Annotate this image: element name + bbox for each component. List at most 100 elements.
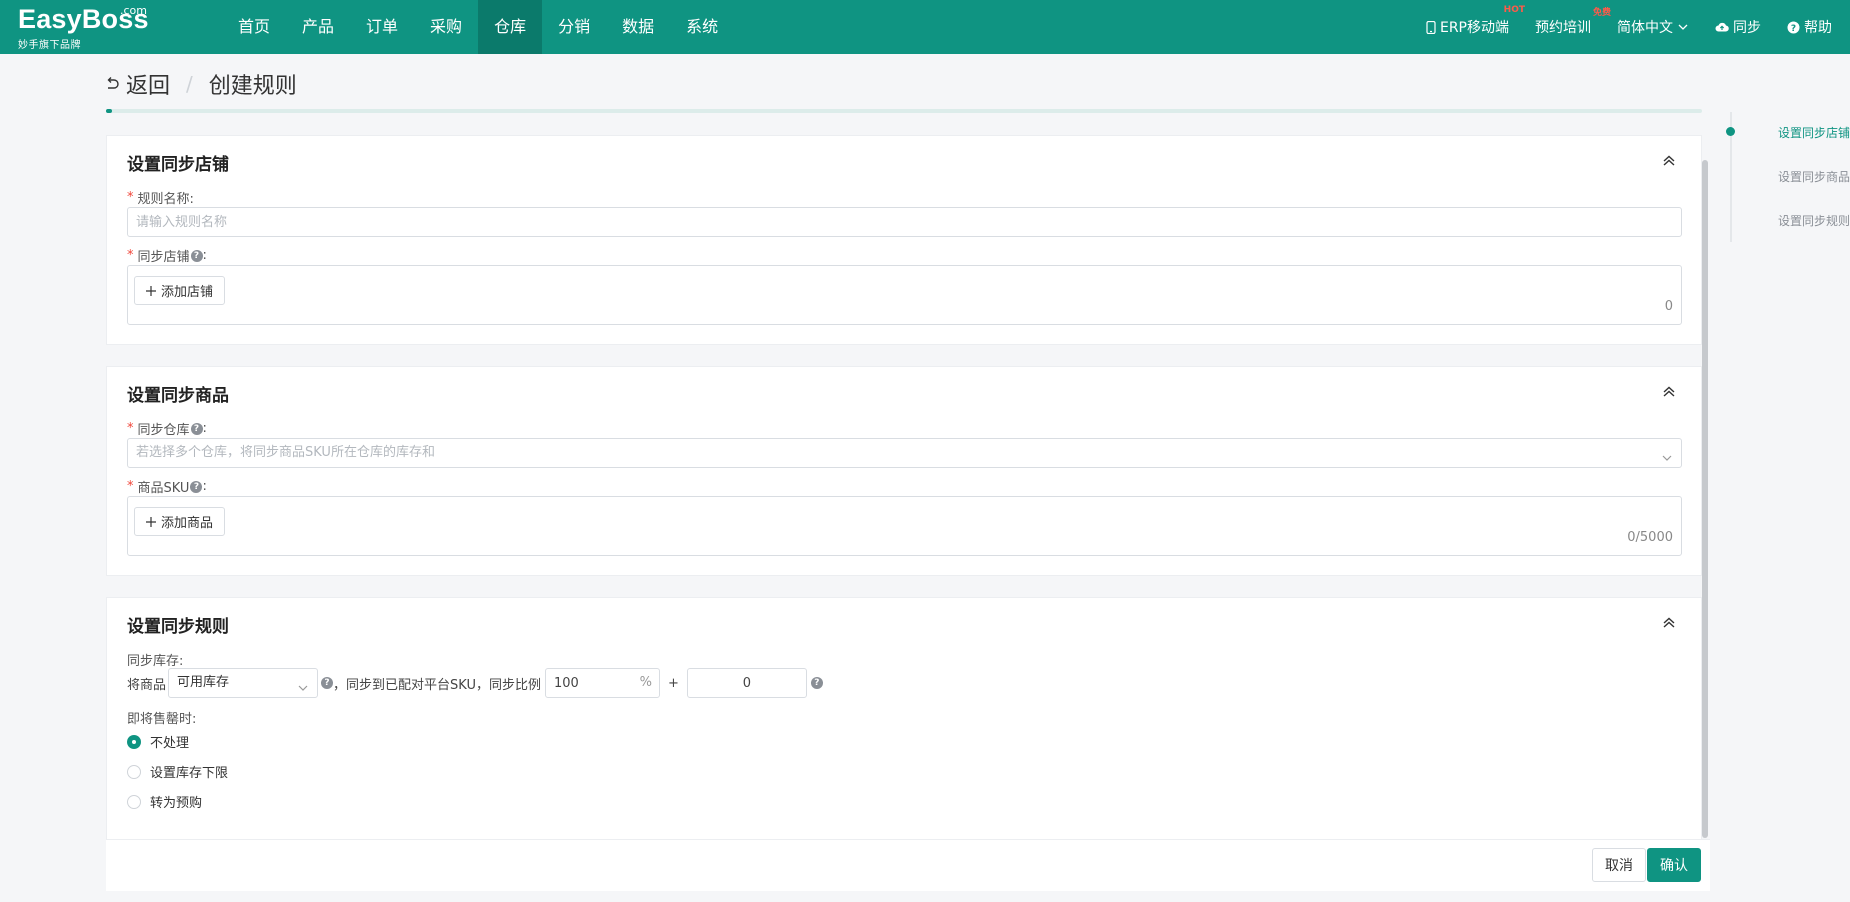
nav-item-warehouse[interactable]: 仓库	[478, 0, 543, 54]
chevron-down-icon	[1677, 21, 1689, 33]
radio-dot-selected	[127, 734, 141, 749]
training-link[interactable]: 预约培训 免费	[1535, 8, 1611, 37]
help-button[interactable]: ? 帮助	[1787, 17, 1832, 37]
required-mark: *	[127, 421, 134, 436]
collapse-icon[interactable]	[1661, 614, 1677, 630]
free-tag: 免费	[1592, 8, 1611, 18]
plus-sign: +	[667, 675, 679, 691]
stock-prefix-text: 将商品	[127, 677, 167, 693]
radio-stock-floor[interactable]: 设置库存下限	[127, 762, 228, 781]
required-mark: *	[127, 190, 134, 205]
rule-name-input[interactable]	[127, 207, 1682, 237]
top-navbar: EasyBoss .com 妙手旗下品牌 首页 产品 订单 采购 仓库 分销 数…	[0, 0, 1850, 54]
stock-type-value: 可用库存	[177, 675, 230, 690]
question-icon[interactable]: ?	[321, 677, 334, 689]
offset-field	[686, 668, 807, 698]
nav-item-data[interactable]: 数据	[606, 0, 670, 54]
radio-preorder[interactable]: 转为预购	[127, 792, 202, 811]
label-colon: :	[202, 421, 207, 436]
product-section-title: 设置同步商品	[127, 386, 229, 406]
warehouse-placeholder: 若选择多个仓库，将同步商品SKU所在仓库的库存和	[136, 445, 435, 460]
rule-section-title: 设置同步规则	[127, 617, 229, 637]
label-colon: :	[202, 479, 207, 494]
add-store-button[interactable]: 添加店铺	[134, 276, 226, 305]
collapse-icon[interactable]	[1661, 152, 1677, 168]
radio-no-action-label: 不处理	[150, 736, 190, 751]
anchor-item-product[interactable]: 设置同步商品	[1778, 168, 1850, 185]
store-count: 0	[1664, 299, 1673, 314]
anchor-item-rule[interactable]: 设置同步规则	[1778, 212, 1850, 229]
sync-button[interactable]: 同步	[1715, 17, 1761, 37]
rule-section-card: 设置同步规则 同步库存: 将商品 可用库存 ? ，同步到已配对平台SKU，同步比…	[106, 597, 1702, 839]
soldout-label: 即将售罄时:	[127, 712, 197, 727]
question-icon[interactable]: ?	[190, 249, 203, 262]
radio-dot	[127, 764, 141, 779]
confirm-button[interactable]: 确认	[1647, 848, 1701, 882]
collapse-icon[interactable]	[1661, 383, 1677, 399]
sync-ratio-field: %	[544, 668, 660, 698]
stock-middle-text: ，同步到已配对平台SKU，同步比例	[333, 677, 541, 693]
form-footer: 取消 确认	[106, 839, 1710, 891]
language-select[interactable]: 简体中文	[1617, 17, 1689, 37]
language-label: 简体中文	[1617, 20, 1673, 36]
warehouse-select[interactable]: 若选择多个仓库，将同步商品SKU所在仓库的库存和	[127, 438, 1682, 468]
add-product-label: 添加商品	[161, 516, 214, 531]
warehouse-label: * 同步仓库 ?:	[127, 419, 207, 438]
store-label: * 同步店铺 ?:	[127, 246, 207, 265]
sku-count: 0/5000	[1627, 530, 1673, 545]
undo-arrow-icon	[104, 76, 120, 92]
chevron-down-icon	[1661, 447, 1673, 461]
add-store-label: 添加店铺	[161, 285, 214, 300]
question-icon[interactable]: ?	[190, 480, 203, 493]
nav-item-system[interactable]: 系统	[670, 0, 734, 54]
offset-input[interactable]	[687, 669, 806, 697]
erp-mobile-link[interactable]: ERP移动端 HOT	[1426, 5, 1525, 37]
stock-type-select[interactable]: 可用库存	[168, 668, 319, 698]
store-label-text: 同步店铺	[137, 250, 190, 265]
cloud-upload-icon	[1715, 21, 1729, 33]
radio-stock-floor-label: 设置库存下限	[150, 766, 229, 781]
required-mark: *	[127, 479, 134, 494]
logo[interactable]: EasyBoss .com 妙手旗下品牌	[18, 4, 149, 51]
svg-text:?: ?	[1791, 24, 1796, 34]
header-separator: /	[186, 72, 193, 96]
nav-item-distribution[interactable]: 分销	[542, 0, 606, 54]
rule-name-label: * 规则名称:	[127, 188, 194, 207]
warehouse-label-text: 同步仓库	[137, 423, 190, 438]
sku-label: * 商品SKU ?:	[127, 477, 207, 496]
plus-icon	[146, 285, 156, 296]
nav-item-purchase[interactable]: 采购	[414, 0, 478, 54]
cancel-button[interactable]: 取消	[1592, 848, 1646, 882]
nav-item-home[interactable]: 首页	[222, 0, 286, 54]
label-colon: :	[202, 248, 207, 263]
logo-dotcom: .com	[120, 4, 147, 17]
plus-icon	[146, 516, 156, 527]
question-icon[interactable]: ?	[810, 677, 823, 689]
question-icon[interactable]: ?	[190, 422, 203, 435]
training-label: 预约培训	[1535, 20, 1591, 36]
page-header: 返回 / 创建规则	[104, 68, 297, 100]
sync-stock-row: 将商品 可用库存 ? ，同步到已配对平台SKU，同步比例 % + ?	[127, 668, 823, 698]
add-product-button[interactable]: 添加商品	[134, 507, 226, 536]
scrollbar-thumb[interactable]	[1702, 160, 1708, 838]
nav-item-products[interactable]: 产品	[286, 0, 350, 54]
radio-dot	[127, 794, 141, 809]
anchor-item-store[interactable]: 设置同步店铺	[1778, 124, 1850, 141]
erp-mobile-label: ERP移动端	[1439, 20, 1509, 36]
radio-no-action[interactable]: 不处理	[127, 732, 189, 751]
sync-label: 同步	[1733, 20, 1761, 36]
store-section-card: 设置同步店铺 * 规则名称: * 同步店铺 ?: 添加店铺 0	[106, 135, 1702, 345]
sku-label-text: 商品SKU	[137, 481, 190, 496]
form-progress-bar	[106, 109, 1702, 113]
rule-name-label-text: 规则名称:	[137, 192, 194, 207]
mobile-phone-icon	[1426, 20, 1436, 34]
sync-stock-label: 同步库存:	[127, 654, 184, 669]
store-section-title: 设置同步店铺	[127, 155, 229, 175]
logo-tagline: 妙手旗下品牌	[18, 40, 81, 51]
nav-item-orders[interactable]: 订单	[350, 0, 414, 54]
hot-tag: HOT	[1503, 5, 1525, 15]
help-label: 帮助	[1804, 20, 1832, 36]
back-button[interactable]: 返回	[104, 68, 170, 100]
question-circle-icon: ?	[1787, 21, 1800, 34]
ratio-suffix: %	[639, 675, 652, 690]
